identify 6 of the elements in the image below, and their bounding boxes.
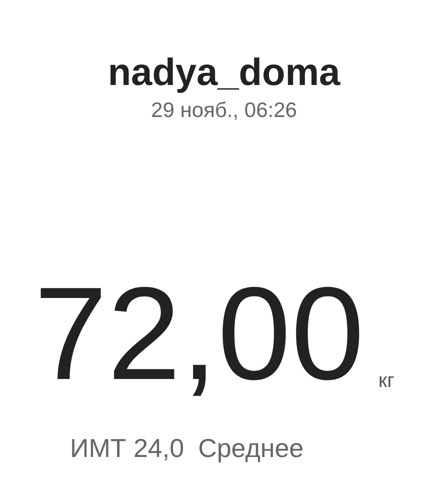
username: nadya_doma xyxy=(108,51,340,96)
weight-unit: кг xyxy=(378,370,394,392)
bmi-category: Среднее xyxy=(198,432,304,464)
timestamp: 29 нояб., 06:26 xyxy=(151,98,297,124)
bmi-value: ИМТ 24,0 xyxy=(70,432,184,464)
weight-value: 72,00 xyxy=(34,274,364,394)
